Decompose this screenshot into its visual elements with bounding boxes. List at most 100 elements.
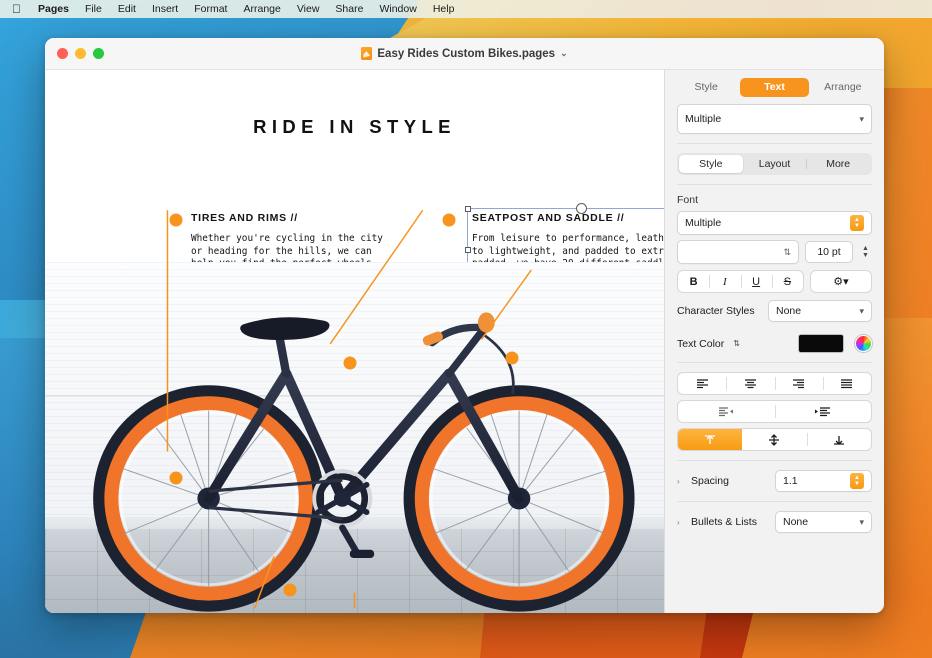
bold-button[interactable]: B	[678, 271, 709, 292]
bullets-lists-label: Bullets & Lists	[691, 516, 769, 528]
rotation-handle[interactable]	[576, 203, 587, 214]
menu-item-help[interactable]: Help	[425, 0, 463, 18]
align-right-icon	[791, 378, 806, 389]
updown-stepper-icon[interactable]: ▲▼	[850, 215, 864, 231]
tab-style[interactable]: Style	[672, 78, 740, 97]
typeface-popup[interactable]: ⇅	[677, 240, 799, 264]
tab-text[interactable]: Text	[740, 78, 808, 97]
align-top-icon	[703, 434, 717, 446]
chevron-down-icon: ▾	[859, 114, 864, 125]
close-button[interactable]	[57, 48, 68, 59]
subtab-style[interactable]: Style	[679, 155, 743, 173]
increase-indent-button[interactable]	[775, 401, 872, 422]
document-canvas[interactable]: RIDE IN STYLE TIRES AND RIMS // Whether …	[45, 70, 664, 613]
page-title[interactable]: RIDE IN STYLE	[45, 116, 664, 138]
subtab-more[interactable]: More	[806, 155, 870, 173]
window-titlebar: Easy Rides Custom Bikes.pages ⌄	[45, 38, 884, 70]
text-color-swatch[interactable]	[798, 334, 844, 353]
decrease-indent-button[interactable]	[678, 401, 775, 422]
divider	[677, 460, 872, 461]
chevron-right-icon[interactable]: ›	[677, 518, 685, 527]
divider	[677, 184, 872, 185]
character-styles-label: Character Styles	[677, 305, 762, 317]
spacing-label: Spacing	[691, 475, 769, 487]
spacing-value: 1.1	[783, 475, 846, 487]
menu-bar:  Pages File Edit Insert Format Arrange …	[0, 0, 932, 18]
align-center-button[interactable]	[726, 373, 774, 394]
align-right-button[interactable]	[775, 373, 823, 394]
align-left-button[interactable]	[678, 373, 726, 394]
tab-arrange[interactable]: Arrange	[809, 78, 877, 97]
document-title-text: Easy Rides Custom Bikes.pages	[377, 48, 555, 60]
font-options-button[interactable]: ⚙▾	[810, 270, 872, 293]
menu-item-share[interactable]: Share	[327, 0, 371, 18]
callout-dot-handlebar[interactable]	[506, 352, 519, 365]
font-family-value: Multiple	[685, 217, 846, 229]
bullets-lists-value: None	[783, 516, 859, 528]
character-styles-popup[interactable]: None ▾	[768, 300, 872, 322]
pages-window: Easy Rides Custom Bikes.pages ⌄ RIDE IN …	[45, 38, 884, 613]
chevron-right-icon[interactable]: ›	[677, 477, 685, 486]
align-justify-button[interactable]	[823, 373, 871, 394]
align-middle-button[interactable]	[742, 429, 806, 450]
resize-handle-top-left[interactable]	[465, 206, 471, 212]
font-family-popup[interactable]: Multiple ▲▼	[677, 211, 872, 235]
vertical-alignment-buttons	[677, 428, 872, 451]
resize-handle-middle-left[interactable]	[465, 247, 471, 253]
chevron-down-icon: ▾	[859, 306, 864, 317]
updown-icon[interactable]: ⇅	[733, 339, 740, 348]
chevron-down-icon[interactable]: ⌄	[560, 48, 568, 59]
color-wheel-icon[interactable]	[855, 335, 872, 352]
subtab-layout[interactable]: Layout	[743, 155, 807, 173]
menu-item-edit[interactable]: Edit	[110, 0, 144, 18]
menu-item-pages[interactable]: Pages	[30, 0, 77, 18]
align-left-icon	[695, 378, 710, 389]
align-middle-icon	[767, 434, 781, 446]
bullets-lists-popup[interactable]: None ▾	[775, 511, 872, 533]
menu-item-window[interactable]: Window	[371, 0, 424, 18]
align-justify-icon	[839, 378, 854, 389]
inspector-subtabs: Style Layout More	[677, 153, 872, 175]
text-block-title: SEATPOST AND SADDLE //	[472, 212, 664, 224]
callout-dot-front-wheel[interactable]	[170, 472, 183, 485]
menu-item-format[interactable]: Format	[186, 0, 235, 18]
menu-item-insert[interactable]: Insert	[144, 0, 186, 18]
divider	[677, 143, 872, 144]
text-color-label: Text Color	[677, 338, 724, 350]
font-size-stepper[interactable]: ▲▼	[859, 245, 872, 260]
strikethrough-button[interactable]: S	[772, 271, 803, 292]
indent-buttons	[677, 400, 872, 423]
font-section-label: Font	[677, 194, 872, 206]
divider	[677, 362, 872, 363]
document-page[interactable]: RIDE IN STYLE TIRES AND RIMS // Whether …	[45, 70, 664, 613]
align-top-button[interactable]	[678, 429, 742, 450]
callout-dot-rims-top[interactable]	[170, 214, 183, 227]
minimize-button[interactable]	[75, 48, 86, 59]
callout-dot-chain[interactable]	[284, 584, 297, 597]
spacing-section[interactable]: › Spacing 1.1 ▲▼	[677, 470, 872, 492]
paragraph-style-popup[interactable]: Multiple ▾	[677, 104, 872, 134]
bicycle-photo[interactable]	[45, 262, 664, 613]
apple-logo-icon[interactable]: 	[9, 3, 30, 15]
document-title: Easy Rides Custom Bikes.pages ⌄	[45, 47, 884, 60]
bullets-lists-section[interactable]: › Bullets & Lists None ▾	[677, 511, 872, 533]
zoom-button[interactable]	[93, 48, 104, 59]
spacing-stepper[interactable]: ▲▼	[850, 473, 864, 489]
divider	[677, 501, 872, 502]
callout-dot-saddle[interactable]	[344, 357, 357, 370]
font-size-field[interactable]: 10 pt	[805, 241, 853, 263]
underline-button[interactable]: U	[741, 271, 772, 292]
updown-icon: ⇅	[783, 247, 791, 258]
italic-button[interactable]: I	[709, 271, 740, 292]
menu-item-arrange[interactable]: Arrange	[235, 0, 288, 18]
font-size-value: 10 pt	[817, 246, 840, 258]
spacing-value-field[interactable]: 1.1 ▲▼	[775, 470, 872, 492]
align-bottom-button[interactable]	[807, 429, 871, 450]
inspector-tabs: Style Text Arrange	[665, 70, 884, 100]
menu-item-view[interactable]: View	[289, 0, 328, 18]
text-block-title: TIRES AND RIMS //	[191, 212, 416, 224]
menu-item-file[interactable]: File	[77, 0, 110, 18]
horizontal-alignment-buttons	[677, 372, 872, 395]
pages-document-icon	[361, 47, 372, 60]
callout-dot-saddle-top[interactable]	[443, 214, 456, 227]
